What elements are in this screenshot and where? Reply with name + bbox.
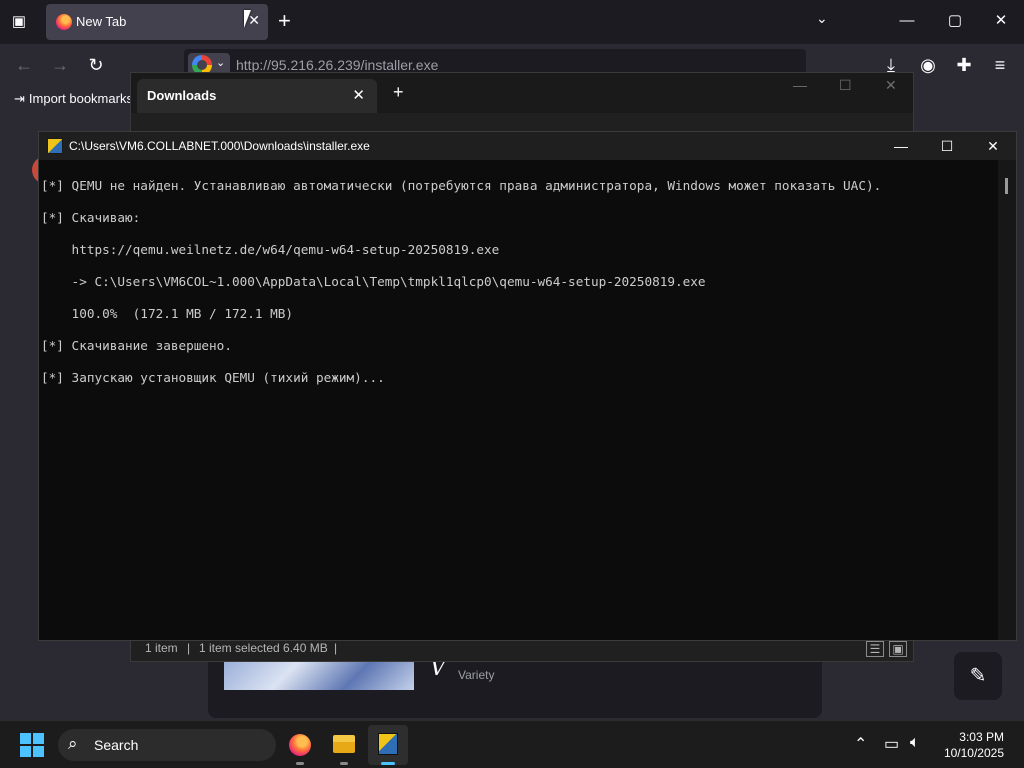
explorer-tab-strip: Downloads ✕ + — ☐ ✕ bbox=[131, 73, 913, 113]
status-item-count: 1 item bbox=[145, 641, 178, 655]
firefox-maximize-button[interactable]: ▢ bbox=[940, 8, 970, 34]
system-clock[interactable]: 3:03 PM 10/10/2025 bbox=[944, 729, 1004, 761]
console-maximize-button[interactable]: ☐ bbox=[925, 134, 969, 158]
console-line: -> C:\Users\VM6COL~1.000\AppData\Local\T… bbox=[41, 274, 706, 289]
import-bookmarks-label: Import bookmarks bbox=[28, 91, 133, 106]
account-icon[interactable]: ◉ bbox=[915, 53, 941, 77]
url-text[interactable]: http://95.216.26.239/installer.exe bbox=[236, 57, 438, 73]
console-line: 100.0% (172.1 MB / 172.1 MB) bbox=[41, 306, 294, 321]
active-indicator bbox=[381, 762, 395, 765]
search-icon: ⌕ bbox=[68, 734, 78, 753]
tab-title: New Tab bbox=[76, 14, 127, 29]
status-separator: | bbox=[187, 641, 191, 655]
customize-pencil-icon[interactable]: ✎ bbox=[954, 652, 1002, 700]
search-label: Search bbox=[94, 737, 139, 753]
explorer-new-tab-button[interactable]: + bbox=[393, 82, 404, 103]
firefox-close-button[interactable]: ✕ bbox=[986, 8, 1016, 34]
taskbar: ⌕ Search ⌃ ▭ 🔈︎ 3:03 PM 10/10/2025 bbox=[0, 720, 1024, 768]
explorer-tab-close-icon[interactable]: ✕ bbox=[352, 86, 365, 104]
firefox-tab-bar: ▣ New Tab ✕ + ⌄ — ▢ ✕ bbox=[0, 0, 1024, 44]
menu-icon[interactable]: ≡ bbox=[987, 53, 1013, 77]
chevron-down-icon: ⌄ bbox=[216, 57, 226, 69]
clock-time: 3:03 PM bbox=[959, 730, 1004, 744]
console-line: [*] Скачивание завершено. bbox=[41, 338, 232, 353]
running-indicator bbox=[340, 762, 348, 765]
console-line: [*] Запускаю установщик QEMU (тихий режи… bbox=[41, 370, 385, 385]
list-all-tabs-icon[interactable]: ⌄ bbox=[816, 10, 828, 27]
console-title: C:\Users\VM6.COLLABNET.000\Downloads\ins… bbox=[69, 139, 370, 153]
firefox-favicon-icon bbox=[56, 14, 72, 30]
mouse-cursor bbox=[244, 10, 258, 28]
tab-new-tab[interactable]: New Tab ✕ bbox=[46, 4, 268, 40]
import-bookmarks-button[interactable]: ⇥ Import bookmarks bbox=[14, 91, 133, 107]
reload-icon[interactable]: ↻ bbox=[83, 53, 109, 77]
chevron-up-icon[interactable]: ⌃ bbox=[854, 734, 867, 754]
console-line: https://qemu.weilnetz.de/w64/qemu-w64-se… bbox=[41, 242, 500, 257]
details-view-icon[interactable]: ☰ bbox=[866, 641, 884, 657]
console-line: [*] QEMU не найден. Устанавливаю автомат… bbox=[41, 178, 882, 193]
running-indicator bbox=[296, 762, 304, 765]
forward-arrow-icon[interactable]: → bbox=[47, 53, 73, 77]
windows-start-icon[interactable] bbox=[20, 733, 44, 757]
console-title-bar[interactable]: C:\Users\VM6.COLLABNET.000\Downloads\ins… bbox=[39, 132, 1016, 160]
import-icon: ⇥ bbox=[14, 91, 25, 106]
explorer-minimize-button[interactable]: — bbox=[793, 77, 807, 93]
taskbar-search-box[interactable]: ⌕ Search bbox=[58, 729, 276, 761]
tab-downloads[interactable]: Downloads ✕ bbox=[137, 79, 377, 113]
console-minimize-button[interactable]: — bbox=[879, 134, 923, 158]
new-tab-button[interactable]: + bbox=[278, 8, 291, 34]
console-output[interactable]: [*] QEMU не найден. Устанавливаю автомат… bbox=[39, 160, 999, 640]
back-arrow-icon[interactable]: ← bbox=[11, 53, 37, 77]
extensions-icon[interactable]: ✚ bbox=[951, 53, 977, 77]
volume-muted-icon[interactable]: 🔈︎ bbox=[910, 734, 920, 752]
display-icon[interactable]: ▭ bbox=[884, 734, 899, 754]
status-selection: 1 item selected 6.40 MB bbox=[199, 641, 328, 655]
console-scrollbar[interactable] bbox=[998, 160, 1016, 640]
firefox-view-icon[interactable]: ▣ bbox=[8, 11, 30, 33]
explorer-maximize-button[interactable]: ☐ bbox=[839, 77, 852, 94]
installer-app-icon bbox=[47, 138, 63, 154]
installer-icon bbox=[378, 733, 398, 755]
clock-date: 10/10/2025 bbox=[943, 746, 1004, 760]
console-close-button[interactable]: ✕ bbox=[971, 134, 1015, 158]
console-line: [*] Скачиваю: bbox=[41, 210, 141, 225]
status-separator: | bbox=[334, 641, 338, 655]
taskbar-firefox-button[interactable] bbox=[280, 725, 320, 765]
tiles-view-icon[interactable]: ▣ bbox=[889, 641, 907, 657]
firefox-minimize-button[interactable]: — bbox=[892, 8, 922, 34]
explorer-tab-title: Downloads bbox=[147, 88, 217, 103]
taskbar-installer-button[interactable] bbox=[368, 725, 408, 765]
file-explorer-icon bbox=[333, 735, 355, 753]
story-source: Variety bbox=[458, 668, 495, 682]
explorer-close-button[interactable]: ✕ bbox=[885, 77, 897, 94]
firefox-icon bbox=[289, 734, 311, 756]
scrollbar-thumb[interactable] bbox=[1005, 178, 1008, 194]
console-window[interactable]: C:\Users\VM6.COLLABNET.000\Downloads\ins… bbox=[38, 131, 1017, 641]
taskbar-explorer-button[interactable] bbox=[324, 725, 364, 765]
